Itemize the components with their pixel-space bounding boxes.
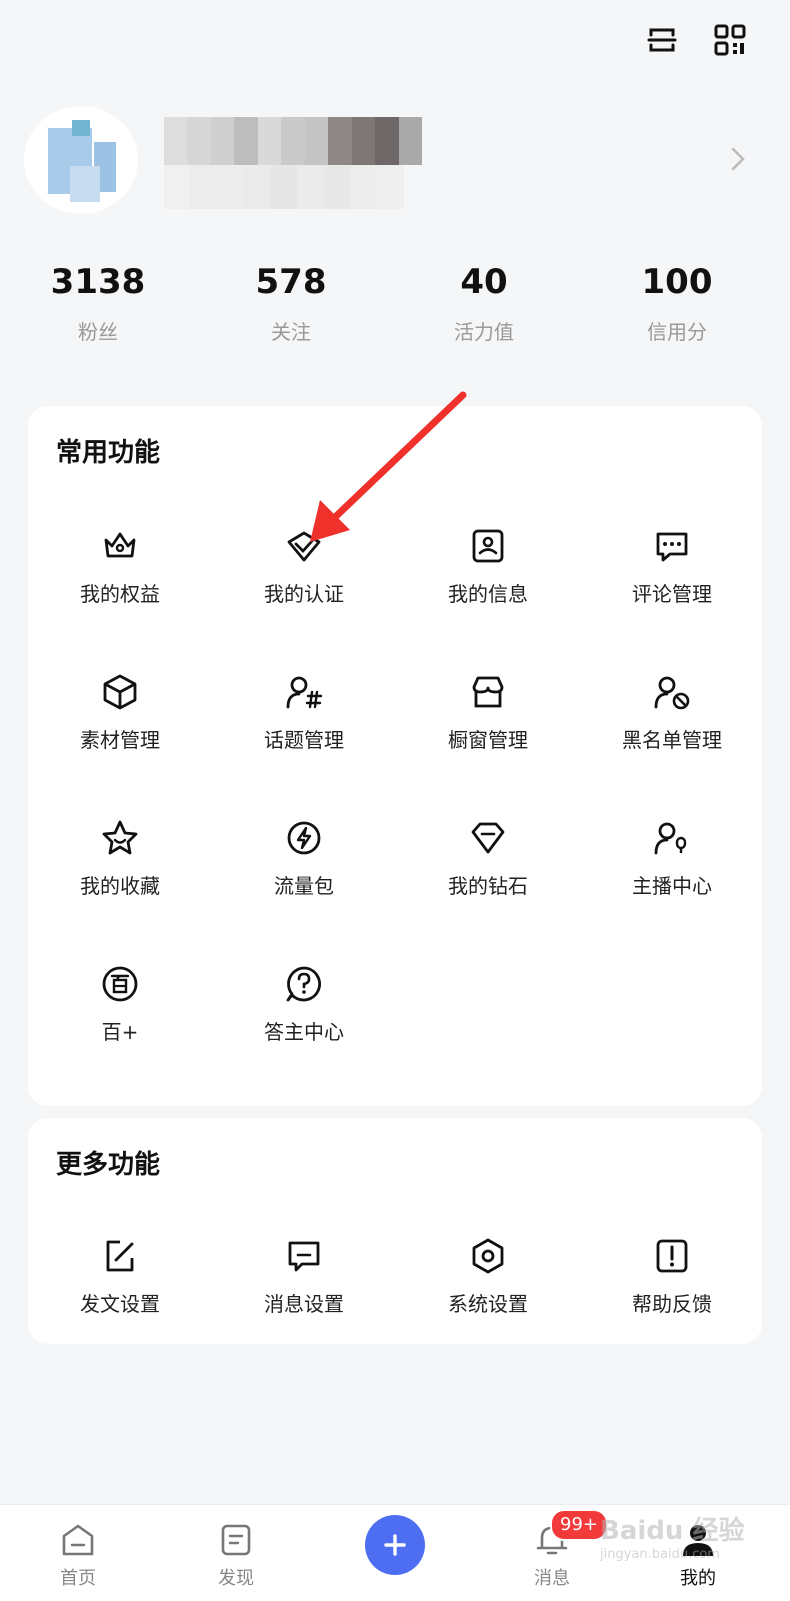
stat-vitality[interactable]: 40 活力值 (386, 262, 582, 345)
stat-label: 活力值 (454, 320, 514, 344)
nav-label: 消息 (534, 1568, 570, 1589)
func-label: 话题管理 (264, 728, 344, 752)
lightning-icon (284, 818, 324, 858)
section-title: 常用功能 (56, 438, 161, 468)
func-topic-manage[interactable]: 话题管理 (212, 672, 396, 753)
stat-value: 40 (460, 262, 508, 302)
cube-icon (100, 672, 140, 712)
blocked-user-icon (652, 672, 692, 712)
watermark-sub: jingyan.baidu.com (600, 1547, 720, 1562)
anchor-icon (652, 818, 692, 858)
comment-icon (652, 526, 692, 566)
nav-home[interactable]: 首页 (28, 1520, 128, 1590)
func-label: 发文设置 (80, 1292, 160, 1316)
stat-label: 关注 (271, 320, 311, 344)
func-my-info[interactable]: 我的信息 (396, 526, 580, 607)
func-label: 评论管理 (632, 582, 712, 606)
func-my-diamond[interactable]: 我的钻石 (396, 818, 580, 899)
add-button[interactable] (365, 1515, 425, 1575)
crown-icon (100, 526, 140, 566)
star-icon (100, 818, 140, 858)
watermark-main: Baidu 经验 (600, 1516, 745, 1546)
func-traffic-pack[interactable]: 流量包 (212, 818, 396, 899)
func-showcase-manage[interactable]: 橱窗管理 (396, 672, 580, 753)
nav-discover[interactable]: 发现 (186, 1520, 286, 1590)
add-icon (384, 1534, 406, 1556)
edit-icon (100, 1236, 140, 1276)
func-label: 系统设置 (448, 1292, 528, 1316)
func-label: 帮助反馈 (632, 1292, 712, 1316)
shop-icon (468, 672, 508, 712)
func-label: 我的信息 (448, 582, 528, 606)
func-label: 黑名单管理 (622, 728, 722, 752)
func-my-favorites[interactable]: 我的收藏 (28, 818, 212, 899)
func-my-rights[interactable]: 我的权益 (28, 526, 212, 607)
nav-label: 首页 (60, 1568, 96, 1589)
func-my-verification[interactable]: 我的认证 (212, 526, 396, 607)
func-label: 答主中心 (264, 1020, 344, 1044)
nav-label: 发现 (218, 1568, 254, 1589)
bai-plus-icon (100, 964, 140, 1004)
nav-label: 我的 (680, 1568, 716, 1589)
avatar[interactable] (24, 106, 138, 214)
func-label: 橱窗管理 (448, 728, 528, 752)
stat-value: 578 (255, 262, 327, 302)
stat-value: 100 (641, 262, 713, 302)
func-message-settings[interactable]: 消息设置 (212, 1236, 396, 1317)
settings-icon (468, 1236, 508, 1276)
stat-label: 粉丝 (78, 320, 118, 344)
func-answer-center[interactable]: 答主中心 (212, 964, 396, 1045)
func-comment-manage[interactable]: 评论管理 (580, 526, 764, 607)
func-label: 主播中心 (632, 874, 712, 898)
func-label: 我的收藏 (80, 874, 160, 898)
func-label: 消息设置 (264, 1292, 344, 1316)
home-icon (58, 1520, 98, 1560)
func-label: 我的认证 (264, 582, 344, 606)
func-system-settings[interactable]: 系统设置 (396, 1236, 580, 1317)
stat-credit[interactable]: 100 信用分 (579, 262, 775, 345)
user-info-blurred (164, 165, 405, 209)
discover-icon (216, 1520, 256, 1560)
func-post-settings[interactable]: 发文设置 (28, 1236, 212, 1317)
stat-label: 信用分 (647, 320, 707, 344)
chevron-right-icon[interactable] (728, 146, 748, 172)
user-name-blurred (164, 117, 422, 165)
stat-following[interactable]: 578 关注 (193, 262, 389, 345)
feedback-icon (652, 1236, 692, 1276)
section-title: 更多功能 (56, 1150, 161, 1180)
func-label: 我的权益 (80, 582, 160, 606)
scan-icon[interactable] (642, 20, 682, 60)
stat-value: 3138 (50, 262, 146, 302)
stat-fans[interactable]: 3138 粉丝 (0, 262, 196, 345)
message-icon (284, 1236, 324, 1276)
baidu-watermark: Baidu 经验 jingyan.baidu.com (600, 1510, 760, 1566)
diamond-icon (468, 818, 508, 858)
func-blacklist-manage[interactable]: 黑名单管理 (580, 672, 764, 753)
id-card-icon (468, 526, 508, 566)
topic-icon (284, 672, 324, 712)
func-help-feedback[interactable]: 帮助反馈 (580, 1236, 764, 1317)
func-anchor-center[interactable]: 主播中心 (580, 818, 764, 899)
func-bai-plus[interactable]: 百+ (28, 964, 212, 1045)
func-label: 流量包 (274, 874, 334, 898)
verify-icon (284, 526, 324, 566)
func-label: 百+ (101, 1020, 139, 1044)
func-label: 我的钻石 (448, 874, 528, 898)
func-label: 素材管理 (80, 728, 160, 752)
question-icon (284, 964, 324, 1004)
func-material-manage[interactable]: 素材管理 (28, 672, 212, 753)
qr-code-icon[interactable] (710, 20, 750, 60)
